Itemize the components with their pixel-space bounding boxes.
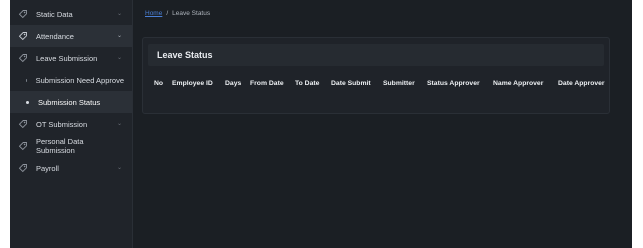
tag-icon (18, 9, 28, 19)
column-header-submitter: Submitter (383, 80, 415, 87)
sidebar-item-label: Submission Status (38, 97, 101, 107)
bullet-icon (26, 78, 27, 82)
breadcrumb-separator: / (166, 9, 169, 17)
sidebar-item-submission-status[interactable]: Submission Status (10, 91, 132, 113)
sidebar-item-label: Attendance (36, 31, 74, 41)
column-header-status-approver: Status Approver (427, 80, 480, 87)
column-header-employee-id: Employee ID (172, 80, 213, 87)
tag-icon (18, 119, 28, 129)
column-header-to-date: To Date (295, 80, 320, 87)
column-header-date-approver: Date Approver (558, 80, 605, 87)
card-title: Leave Status (148, 44, 604, 66)
column-header-no: No (154, 80, 164, 87)
chevron-down-icon: ⌄ (116, 33, 122, 39)
tag-icon (18, 163, 28, 173)
column-header-from-date: From Date (250, 80, 284, 87)
column-header-days: Days (225, 80, 242, 87)
column-header-name-approver: Name Approver (493, 80, 544, 87)
chevron-down-icon: ⌄ (116, 121, 122, 127)
sidebar-item-label: Submission Need Approve (35, 75, 124, 85)
chevron-down-icon: ⌄ (116, 11, 122, 17)
column-header-date-submit: Date Submit (331, 80, 371, 87)
sidebar-item-label: OT Submission (36, 119, 88, 129)
breadcrumb: Home / Leave Status (141, 0, 620, 26)
sidebar-item-static-data[interactable]: Static Data ⌄ (10, 3, 132, 25)
tag-icon (18, 31, 28, 41)
sidebar-item-leave-submission[interactable]: Leave Submission ⌄ (10, 47, 132, 69)
breadcrumb-current: Leave Status (172, 9, 211, 17)
leave-status-card: Leave Status No Employee ID Days From Da… (142, 37, 610, 114)
chevron-down-icon: ⌄ (116, 165, 122, 171)
tag-icon (18, 53, 28, 63)
sidebar-item-label: Static Data (36, 9, 73, 19)
main-content: Home / Leave Status Leave Status No Empl… (133, 0, 632, 248)
sidebar-item-label: Leave Submission (36, 53, 98, 63)
tag-icon (18, 141, 28, 151)
sidebar: Static Data ⌄ Attendance ⌄ Leave Submiss… (10, 0, 133, 248)
sidebar-item-submission-need-approve[interactable]: Submission Need Approve (10, 69, 132, 91)
sidebar-item-label: Personal Data Submission (36, 137, 84, 155)
sidebar-item-ot-submission[interactable]: OT Submission ⌄ (10, 113, 132, 135)
app-window: Static Data ⌄ Attendance ⌄ Leave Submiss… (10, 0, 632, 248)
chevron-down-icon: ⌄ (116, 55, 122, 61)
sidebar-item-label: Payroll (36, 163, 59, 173)
bullet-icon (26, 100, 29, 104)
breadcrumb-home-link[interactable]: Home (145, 10, 162, 17)
sidebar-item-attendance[interactable]: Attendance ⌄ (10, 25, 132, 47)
sidebar-item-payroll[interactable]: Payroll ⌄ (10, 157, 132, 179)
sidebar-item-personal-data-submission[interactable]: Personal Data Submission (10, 135, 132, 157)
